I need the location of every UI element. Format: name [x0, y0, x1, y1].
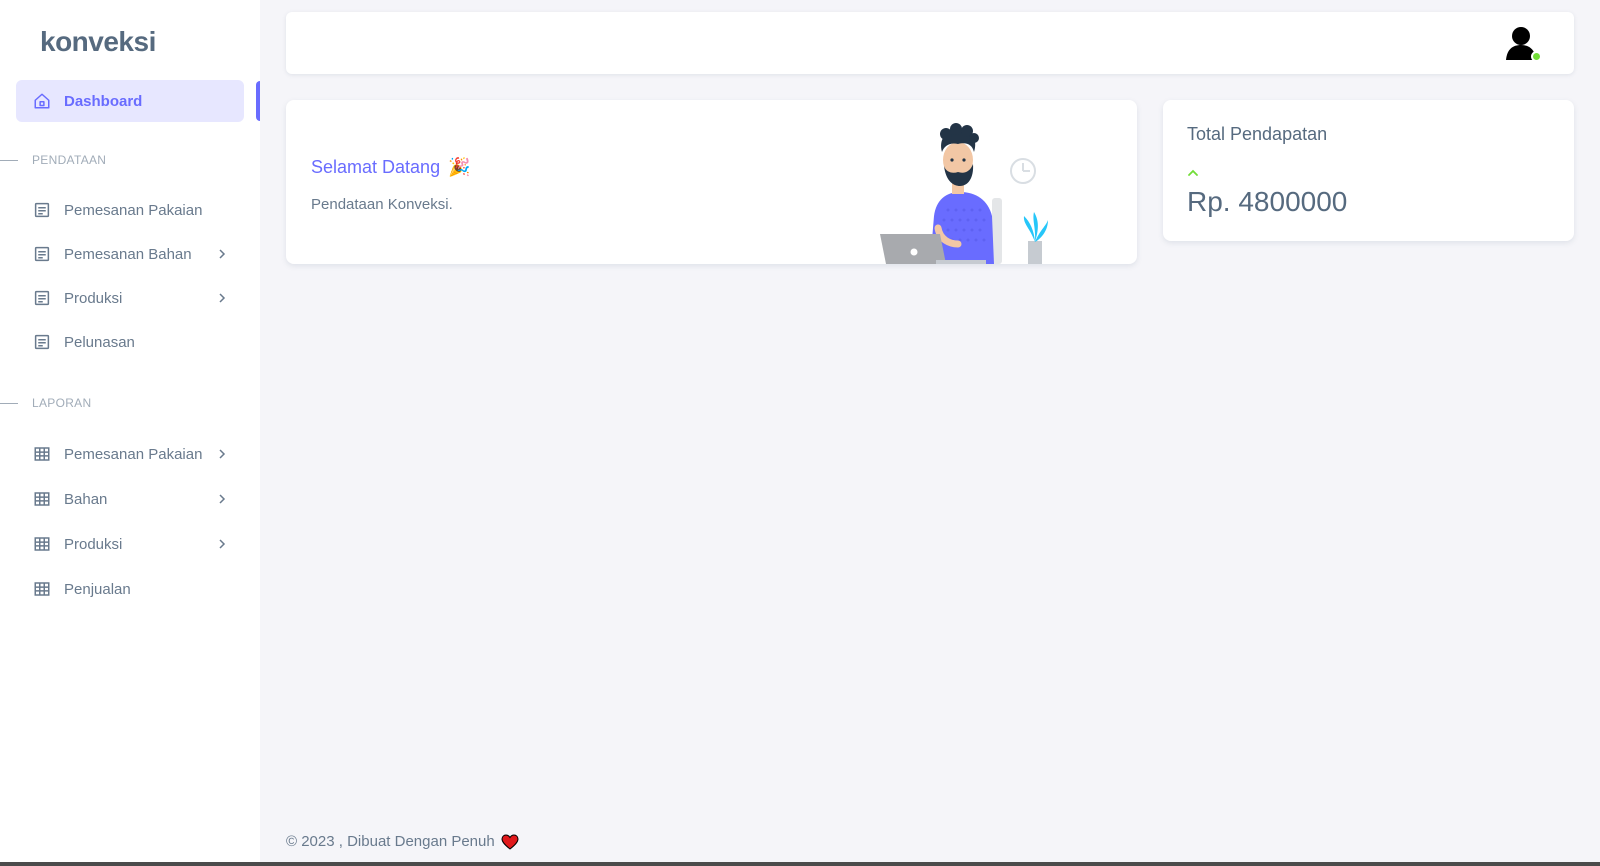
sidebar-item-pelunasan[interactable]: Pelunasan	[16, 321, 244, 363]
sidebar-item-label: Pemesanan Pakaian	[64, 201, 203, 219]
sidebar-item-produksi[interactable]: Produksi	[16, 277, 244, 319]
sidebar-item-label: Pelunasan	[64, 333, 135, 351]
sidebar-item-dashboard[interactable]: Dashboard	[16, 80, 244, 122]
sidebar-item-laporan-produksi[interactable]: Produksi	[16, 523, 244, 565]
menu-header-pendataan: PENDATAAN	[0, 150, 260, 170]
welcome-title: Selamat Datang 🎉	[311, 157, 471, 178]
man-with-laptop-illustration	[880, 123, 1048, 264]
sidebar-item-label: Dashboard	[64, 92, 143, 110]
top-navbar	[286, 12, 1574, 74]
footer-text: © 2023 , Dibuat Dengan Penuh	[286, 833, 495, 850]
chevron-right-icon	[214, 290, 230, 306]
home-icon	[32, 91, 52, 111]
online-status-dot	[1531, 51, 1542, 62]
document-icon	[32, 288, 52, 308]
welcome-subtitle: Pendataan Konveksi.	[311, 196, 453, 213]
document-icon	[32, 244, 52, 264]
document-icon	[32, 332, 52, 352]
sidebar-item-label: Penjualan	[64, 580, 131, 598]
sidebar-item-pemesanan-pakaian[interactable]: Pemesanan Pakaian	[16, 189, 244, 231]
user-avatar[interactable]	[1504, 24, 1542, 62]
income-title: Total Pendapatan	[1187, 124, 1328, 144]
sidebar-item-laporan-penjualan[interactable]: Penjualan	[16, 568, 244, 610]
sidebar: konveksi Dashboard PENDATAAN Pemesanan P…	[0, 0, 260, 866]
chevron-right-icon	[214, 246, 230, 262]
table-icon	[32, 489, 52, 509]
total-income-card: Total Pendapatan Rp. 4800000	[1163, 100, 1574, 241]
welcome-card: Selamat Datang 🎉 Pendataan Konveksi.	[286, 100, 1137, 264]
welcome-title-text: Selamat Datang	[311, 157, 441, 177]
active-indicator	[256, 81, 260, 121]
sidebar-item-label: Bahan	[64, 490, 108, 508]
chevron-right-icon	[214, 491, 230, 507]
party-popper-icon: 🎉	[448, 157, 471, 177]
bottom-scrollbar[interactable]	[0, 862, 1600, 866]
income-value: Rp. 4800000	[1187, 186, 1348, 217]
sidebar-item-pemesanan-bahan[interactable]: Pemesanan Bahan	[16, 233, 244, 275]
menu-header-laporan: LAPORAN	[0, 393, 260, 413]
sidebar-item-laporan-pemesanan-pakaian[interactable]: Pemesanan Pakaian	[16, 433, 244, 475]
sidebar-item-label: Produksi	[64, 535, 123, 553]
sidebar-item-label: Produksi	[64, 289, 123, 307]
menu-header-label: PENDATAAN	[32, 153, 107, 167]
footer: © 2023 , Dibuat Dengan Penuh	[286, 833, 519, 850]
divider	[0, 159, 18, 161]
table-icon	[32, 579, 52, 599]
table-icon	[32, 534, 52, 554]
document-icon	[32, 200, 52, 220]
table-icon	[32, 444, 52, 464]
arrow-up-icon	[1188, 169, 1198, 176]
chevron-right-icon	[214, 536, 230, 552]
heart-icon	[501, 833, 519, 850]
sidebar-item-laporan-bahan[interactable]: Bahan	[16, 478, 244, 520]
menu-header-label: LAPORAN	[32, 396, 92, 410]
brand-logo[interactable]: konveksi	[40, 26, 156, 58]
sidebar-item-label: Pemesanan Pakaian	[64, 445, 203, 463]
sidebar-item-label: Pemesanan Bahan	[64, 245, 192, 263]
chevron-right-icon	[214, 446, 230, 462]
divider	[0, 402, 18, 404]
